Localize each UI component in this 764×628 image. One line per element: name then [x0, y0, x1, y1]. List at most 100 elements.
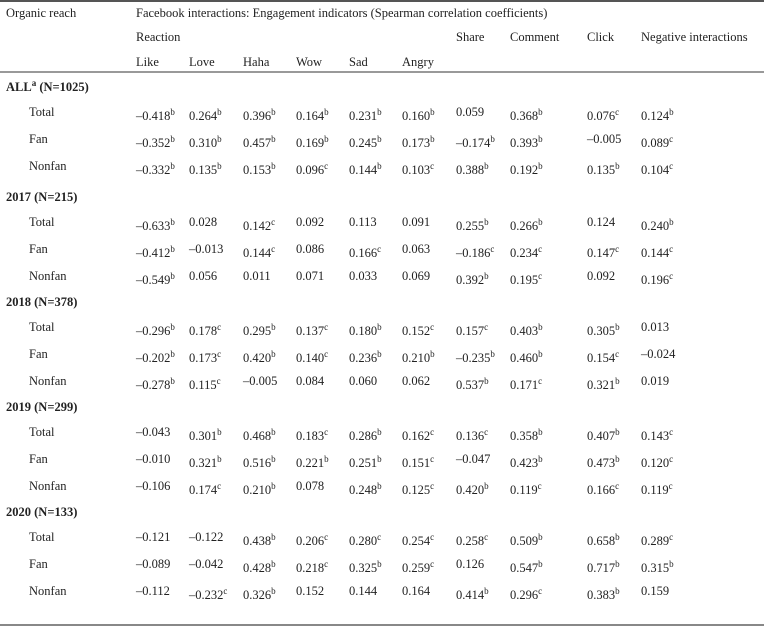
significance-marker: c [615, 481, 620, 491]
significance-marker: c [223, 586, 228, 596]
table-cell: 0.144b [349, 161, 382, 178]
table-cell: –0.633b [136, 218, 175, 234]
significance-marker: b [377, 559, 382, 569]
cell-value: 0.084 [296, 374, 325, 388]
column-header-wow: Wow [296, 55, 323, 69]
cell-value: 0.092 [587, 269, 616, 283]
table-cell: 0.428b [243, 560, 276, 576]
cell-value: 0.173 [402, 136, 431, 150]
table-cell: 0.196c [641, 272, 673, 288]
cell-value: 0.056 [189, 269, 218, 283]
group-sample-size: (N=378) [31, 295, 78, 309]
table-cell: 0.280c [349, 533, 381, 549]
significance-marker: b [484, 376, 489, 386]
table-cell: 0.096c [296, 162, 328, 178]
column-header-click: Click [587, 30, 615, 44]
group-name: 2018 [6, 295, 31, 309]
table-cell: 0.537b [456, 376, 489, 393]
cell-value: 0.259 [402, 561, 431, 575]
significance-marker: c [538, 271, 543, 281]
spanner-header: Facebook interactions: Engagement indica… [136, 6, 548, 20]
cell-value: 0.305 [587, 324, 616, 338]
significance-marker: b [538, 427, 543, 437]
table-cell: 0.092 [587, 269, 615, 284]
table-cell: –0.186c [456, 245, 494, 261]
cell-value: 0.120 [641, 456, 670, 470]
table-cell: 0.547b [510, 560, 543, 576]
table-cell: 0.091 [402, 215, 430, 230]
cell-value: 0.013 [641, 320, 670, 334]
significance-marker: b [271, 322, 276, 332]
significance-marker: c [271, 217, 276, 227]
cell-value: 0.062 [402, 374, 431, 388]
table-cell: 0.147c [587, 244, 620, 261]
significance-marker: b [615, 586, 620, 596]
table-cell: 0.392b [456, 272, 489, 288]
significance-marker: b [271, 134, 276, 144]
cell-value: –0.202 [136, 351, 171, 365]
table-cell: 0.326b [243, 587, 276, 603]
cell-value: 0.254 [402, 534, 431, 548]
significance-marker: c [615, 244, 620, 254]
cell-value: 0.060 [349, 374, 378, 388]
significance-marker: b [377, 481, 382, 491]
cell-value: –0.042 [189, 557, 224, 571]
table-cell: 0.084 [296, 374, 324, 389]
table-cell: 0.059 [456, 105, 484, 120]
table-cell: 0.152c [402, 323, 434, 339]
table-cell: 0.457b [243, 134, 276, 151]
cell-value: 0.119 [641, 483, 669, 497]
cell-value: 0.388 [456, 163, 485, 177]
cell-value: –0.043 [136, 425, 171, 439]
table-cell: 0.420b [456, 481, 489, 498]
cell-value: 0.126 [456, 557, 485, 571]
cell-value: –0.047 [456, 452, 491, 466]
table-cell: 0.173c [189, 349, 222, 366]
table-cell: 0.396b [243, 108, 276, 124]
table-cell: –0.121 [136, 530, 170, 545]
table-cell: 0.321b [587, 377, 620, 393]
table-top-rule [0, 0, 764, 2]
significance-marker: c [537, 481, 542, 491]
significance-marker: b [377, 161, 382, 171]
table-cell: 0.136c [456, 428, 488, 444]
cell-value: 0.392 [456, 273, 485, 287]
group-sample-size: (N=133) [31, 505, 78, 519]
table-cell: 0.658b [587, 532, 620, 549]
significance-marker: c [430, 481, 435, 491]
table-cell: 0.231b [349, 108, 382, 124]
row-label: Nonfan [29, 479, 67, 493]
table-cell: 0.033 [349, 269, 377, 284]
significance-marker: b [484, 481, 489, 491]
table-cell: –0.106 [136, 479, 170, 494]
cell-value: 0.368 [510, 109, 539, 123]
table-cell: 0.393b [510, 135, 543, 151]
cell-value: 0.321 [189, 456, 218, 470]
cell-value: 0.423 [510, 456, 539, 470]
significance-marker: b [615, 532, 620, 542]
significance-marker: b [490, 349, 495, 359]
cell-value: 0.547 [510, 561, 539, 575]
significance-marker: b [170, 349, 175, 359]
table-cell: 0.296c [510, 587, 542, 603]
table-cell: 0.140c [296, 350, 328, 366]
group-name: ALL [6, 80, 32, 94]
significance-marker: c [217, 349, 222, 359]
significance-marker: b [170, 271, 175, 281]
cell-value: 0.473 [587, 456, 616, 470]
table-cell: 0.164 [402, 584, 430, 599]
cell-value: 0.173 [189, 351, 218, 365]
row-label: Fan [29, 132, 48, 146]
cell-value: 0.195 [510, 273, 539, 287]
correlation-table: Organic reach Facebook interactions: Eng… [0, 0, 764, 628]
table-cell: 0.160b [402, 108, 435, 124]
table-cell: 0.245b [349, 135, 382, 151]
row-label: Total [29, 105, 55, 119]
significance-marker: b [538, 322, 543, 332]
table-cell: 0.120c [641, 455, 673, 471]
stub-header: Organic reach [6, 6, 77, 20]
cell-value: 0.231 [349, 109, 378, 123]
cell-value: –0.024 [641, 347, 676, 361]
table-cell: 0.063 [402, 242, 430, 257]
table-cell: 0.056 [189, 269, 217, 284]
